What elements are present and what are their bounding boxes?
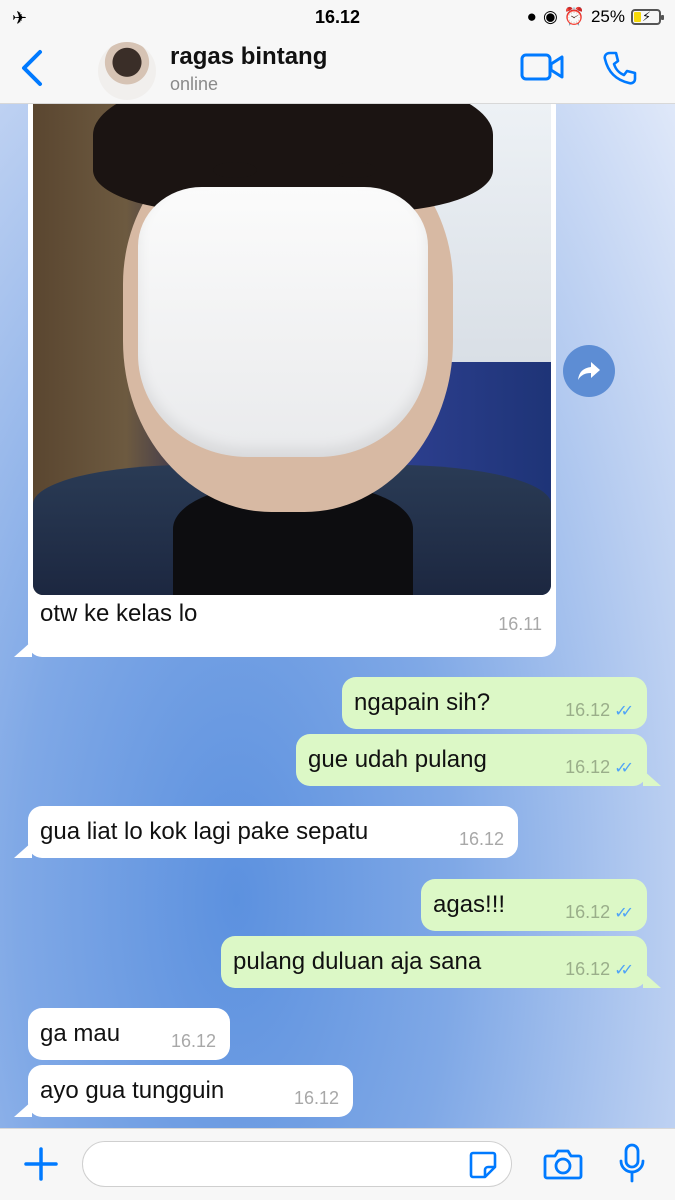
message-meta: 16.12 — [459, 829, 504, 850]
battery-charging-icon: ⚡ — [631, 9, 664, 25]
photo-image[interactable] — [33, 104, 551, 595]
contact-name[interactable]: ragas bintang — [170, 43, 327, 71]
message-time: 16.12 — [458, 829, 504, 849]
message-meta: 16.12 ✓✓ — [565, 902, 634, 923]
message-input[interactable] — [82, 1141, 512, 1187]
double-check-icon: ✓✓ — [614, 904, 634, 922]
contact-status: online — [170, 74, 219, 94]
status-bar: ✈ 16.12 ● ◉ ⏰ 25% ⚡ — [0, 0, 675, 34]
double-check-icon: ✓✓ — [614, 961, 634, 979]
message-time: 16.12 — [565, 700, 611, 720]
double-check-icon: ✓✓ — [614, 759, 634, 777]
message-time: 16.12 — [565, 757, 611, 777]
plus-icon[interactable] — [22, 1145, 60, 1183]
photo-message[interactable]: otw ke kelas lo 16.11 — [14, 104, 556, 657]
message-time: 16.12 — [170, 1031, 216, 1051]
chevron-left-icon[interactable] — [18, 48, 48, 88]
message-text: ga mau — [40, 1020, 121, 1047]
message-time: 16.11 — [498, 614, 542, 634]
battery-percentage: 25% — [590, 7, 625, 26]
message-bubble[interactable]: gue udah pulang 16.12 ✓✓ — [296, 734, 661, 786]
camera-icon[interactable] — [543, 1147, 583, 1181]
avatar[interactable] — [98, 42, 156, 100]
message-text: gua liat lo kok lagi pake sepatu — [40, 818, 369, 845]
input-bar — [0, 1128, 675, 1200]
message-bubble[interactable]: ngapain sih? 16.12 ✓✓ — [342, 677, 647, 729]
message-meta: 16.12 ✓✓ — [565, 757, 634, 778]
microphone-icon[interactable] — [618, 1143, 646, 1185]
forward-arrow-icon — [578, 362, 600, 380]
message-bubble[interactable]: pulang duluan aja sana 16.12 ✓✓ — [221, 936, 661, 988]
message-text: ayo gua tungguin — [40, 1077, 225, 1104]
person-icon: ● — [526, 7, 537, 26]
message-text: ngapain sih? — [354, 689, 491, 716]
message-bubble[interactable]: gua liat lo kok lagi pake sepatu 16.12 — [14, 806, 518, 858]
message-bubble[interactable]: ga mau 16.12 — [28, 1008, 230, 1060]
status-right: ● ◉ ⏰ 25% ⚡ — [526, 7, 664, 27]
message-text: pulang duluan aja sana — [233, 948, 482, 975]
chat-area[interactable]: otw ke kelas lo 16.11 ngapain sih? 16.12… — [0, 104, 675, 1128]
alarm-icon: ⏰ — [563, 7, 585, 26]
message-text: agas!!! — [433, 891, 506, 918]
message-text: otw ke kelas lo — [40, 600, 198, 627]
sticker-icon[interactable] — [468, 1150, 498, 1180]
message-time: 16.12 — [565, 902, 611, 922]
message-time: 16.12 — [293, 1088, 339, 1108]
message-meta: 16.12 — [171, 1031, 216, 1052]
forward-button[interactable] — [563, 345, 615, 397]
message-meta: 16.12 — [294, 1088, 339, 1109]
message-time: 16.12 — [565, 959, 611, 979]
lock-rotation-icon: ◉ — [542, 7, 558, 26]
message-meta: 16.12 ✓✓ — [565, 959, 634, 980]
double-check-icon: ✓✓ — [614, 702, 634, 720]
message-text: gue udah pulang — [308, 746, 487, 773]
chat-header: ragas bintang online — [0, 34, 675, 104]
video-camera-icon[interactable] — [520, 52, 564, 82]
message-bubble[interactable]: agas!!! 16.12 ✓✓ — [421, 879, 647, 931]
phone-icon[interactable] — [602, 50, 638, 86]
message-meta: 16.12 ✓✓ — [565, 700, 634, 721]
message-bubble[interactable]: ayo gua tungguin 16.12 — [14, 1065, 353, 1117]
